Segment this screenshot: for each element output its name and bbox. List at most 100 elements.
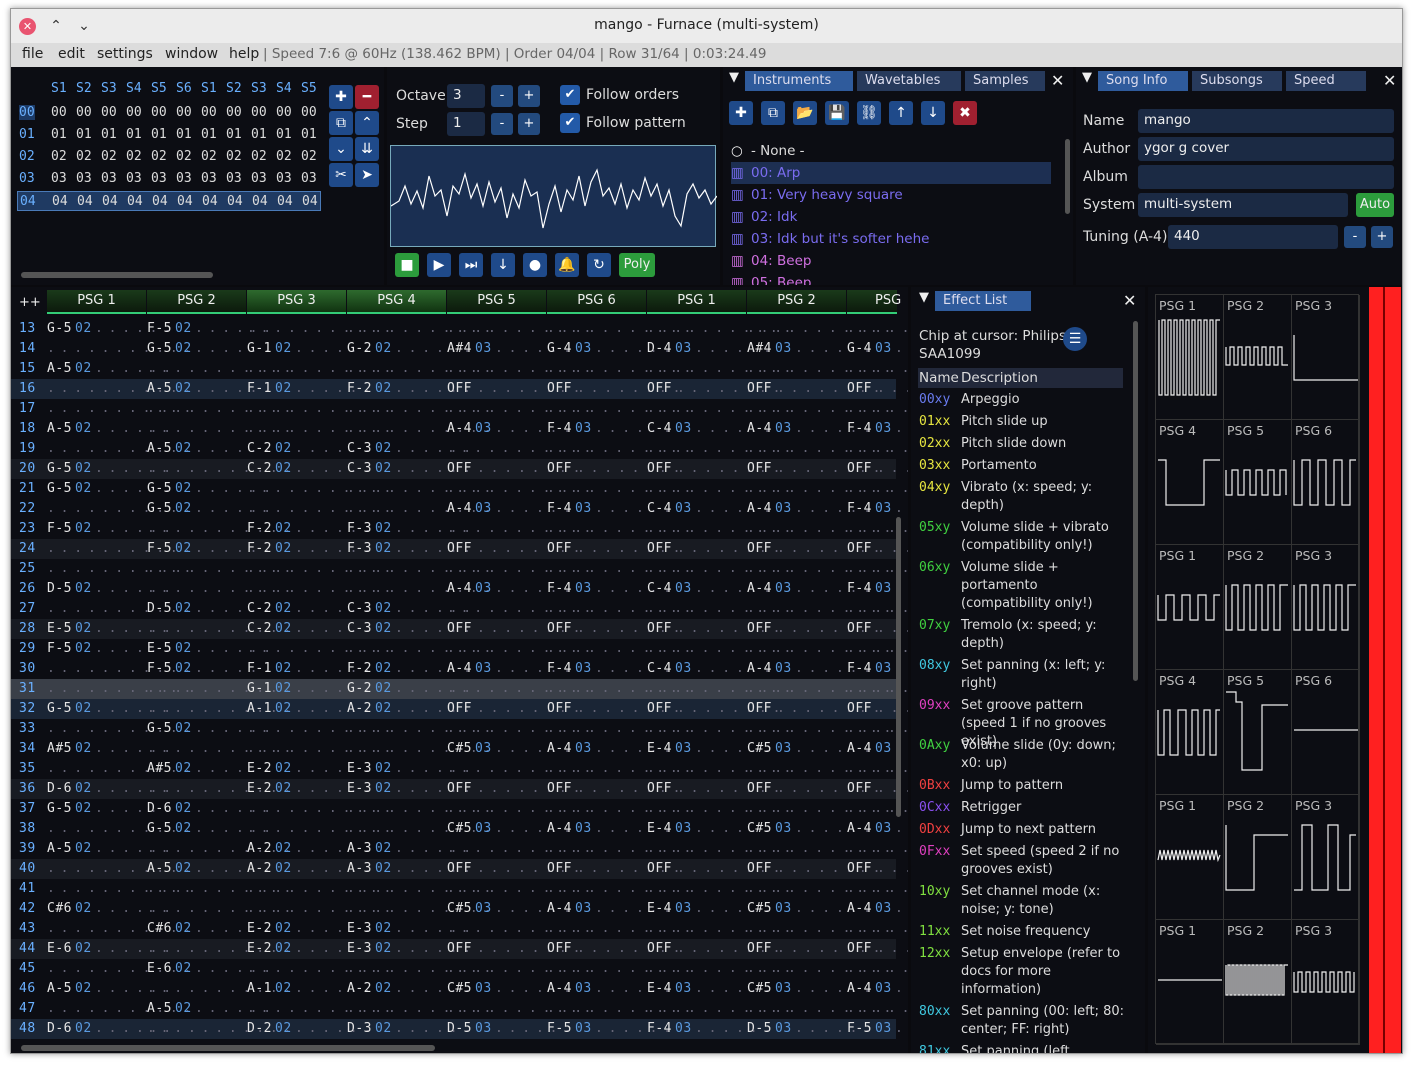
- instrument-cell[interactable]: 03: [475, 1021, 492, 1036]
- instrument-cell[interactable]: 02: [375, 461, 392, 476]
- note-cell[interactable]: A-2: [247, 841, 272, 856]
- note-cell[interactable]: A-4: [747, 661, 772, 676]
- note-cell[interactable]: OFF: [847, 941, 872, 956]
- note-cell[interactable]: C-3: [347, 601, 372, 616]
- instrument-cell[interactable]: 02: [75, 581, 92, 596]
- channel-header[interactable]: PSG 3: [247, 290, 346, 314]
- close-instruments-icon[interactable]: ✕: [1051, 71, 1064, 90]
- note-cell[interactable]: D-5: [447, 1021, 472, 1036]
- note-cell[interactable]: OFF: [747, 461, 772, 476]
- pattern-row[interactable]: 26 D-5 02. . . . . .. . . . . . . . . . ..…: [11, 579, 903, 599]
- order-cell[interactable]: 04: [277, 194, 293, 209]
- save-icon[interactable]: 💾: [825, 101, 849, 125]
- note-cell[interactable]: OFF: [447, 381, 472, 396]
- note-cell[interactable]: G-4: [547, 341, 572, 356]
- instrument-item[interactable]: ▥ 05: Beep: [731, 272, 1051, 285]
- channel-oscilloscope[interactable]: PSG 3: [1292, 920, 1360, 1045]
- close-song-info-icon[interactable]: ✕: [1383, 71, 1396, 90]
- note-cell[interactable]: A-5: [147, 861, 172, 876]
- instrument-cell[interactable]: 03: [775, 581, 792, 596]
- order-cell[interactable]: 04: [252, 194, 268, 209]
- note-cell[interactable]: A-5: [147, 381, 172, 396]
- pattern-row[interactable]: 29 F-5 02. . . . . . E-5 02. . . . . .. . . …: [11, 639, 908, 659]
- order-cell[interactable]: 00: [76, 105, 92, 120]
- orders-scrollbar[interactable]: [21, 272, 213, 278]
- pattern-row[interactable]: 13 G-5 02. . . . . . F-5 02. . . . . .. . . …: [11, 319, 908, 339]
- note-cell[interactable]: E-4: [647, 901, 672, 916]
- octave-plus-button[interactable]: +: [518, 85, 540, 107]
- note-cell[interactable]: F-5: [147, 541, 172, 556]
- note-cell[interactable]: OFF: [447, 461, 472, 476]
- pattern-row[interactable]: 45. . . . . . . . . . . E-6 02. . . . . ..…: [11, 959, 908, 979]
- instrument-cell[interactable]: 02: [75, 641, 92, 656]
- note-cell[interactable]: F-4: [547, 581, 572, 596]
- note-cell[interactable]: OFF: [547, 381, 572, 396]
- note-cell[interactable]: E-4: [647, 741, 672, 756]
- pattern-row[interactable]: 38. . . . . . . . . . . G-5 02. . . . . ..…: [11, 819, 903, 839]
- note-cell[interactable]: OFF: [847, 461, 872, 476]
- note-cell[interactable]: A-4: [447, 421, 472, 436]
- note-cell[interactable]: G-2: [347, 341, 372, 356]
- note-cell[interactable]: E-3: [347, 921, 372, 936]
- instrument-cell[interactable]: 02: [175, 821, 192, 836]
- note-cell[interactable]: C#5: [747, 821, 772, 836]
- instrument-cell[interactable]: 02: [275, 701, 292, 716]
- effect-item[interactable]: 0Cxx Retrigger: [919, 799, 1129, 821]
- channel-oscilloscope[interactable]: PSG 5: [1224, 420, 1292, 545]
- note-cell[interactable]: F-5: [547, 1021, 572, 1036]
- effect-item[interactable]: 0Fxx Set speed (speed 2 if no grooves exi…: [919, 843, 1129, 883]
- order-cell[interactable]: 03: [201, 171, 217, 186]
- pattern-row[interactable]: 30. . . . . . . . . . . F-5 02. . . . . .F…: [11, 659, 903, 679]
- pattern-scrollbar[interactable]: [21, 1045, 435, 1051]
- effect-item[interactable]: 00xy Arpeggio: [919, 391, 1129, 413]
- order-cell[interactable]: 03: [176, 171, 192, 186]
- note-cell[interactable]: G-4: [847, 341, 872, 356]
- pattern-row[interactable]: 33. . . . . . . . . . . G-5 02. . . . . ..…: [11, 719, 908, 739]
- instrument-cell[interactable]: 02: [375, 381, 392, 396]
- instrument-cell[interactable]: 02: [175, 1001, 192, 1016]
- note-cell[interactable]: F-2: [247, 541, 272, 556]
- channel-oscilloscope[interactable]: PSG 2: [1224, 545, 1292, 670]
- effect-item[interactable]: 0Dxx Jump to next pattern: [919, 821, 1129, 843]
- order-cell[interactable]: 01: [101, 127, 117, 142]
- pattern-row[interactable]: 47. . . . . . . . . . . A-5 02. . . . . ..…: [11, 999, 908, 1019]
- instrument-cell[interactable]: 03: [775, 501, 792, 516]
- note-cell[interactable]: OFF: [447, 621, 472, 636]
- instrument-cell[interactable]: 02: [75, 481, 92, 496]
- note-cell[interactable]: A-4: [547, 821, 572, 836]
- order-cell[interactable]: 00: [126, 105, 142, 120]
- effect-item[interactable]: 07xy Tremolo (x: speed; y: depth): [919, 617, 1129, 657]
- order-cell[interactable]: 02: [76, 149, 92, 164]
- note-cell[interactable]: C-4: [647, 661, 672, 676]
- instrument-cell[interactable]: 02: [175, 381, 192, 396]
- instrument-cell[interactable]: 02: [375, 601, 392, 616]
- order-cell[interactable]: 03: [51, 171, 67, 186]
- pattern-row[interactable]: 24. . . . . . . . . . . F-5 02. . . . . .F…: [11, 539, 908, 559]
- effect-item[interactable]: 09xx Set groove pattern (speed 1 if no gr…: [919, 697, 1129, 749]
- note-cell[interactable]: A-4: [847, 821, 872, 836]
- repeat-icon[interactable]: ↻: [587, 253, 611, 277]
- note-cell[interactable]: D-3: [347, 1021, 372, 1036]
- channel-oscilloscope[interactable]: PSG 1: [1156, 795, 1224, 920]
- instrument-cell[interactable]: 02: [375, 701, 392, 716]
- instrument-cell[interactable]: 03: [875, 661, 892, 676]
- instrument-cell[interactable]: 03: [875, 1021, 892, 1036]
- channel-header[interactable]: PSG 4: [347, 290, 446, 314]
- instrument-cell[interactable]: 02: [175, 481, 192, 496]
- note-cell[interactable]: OFF: [447, 781, 472, 796]
- pattern-row[interactable]: 23 F-5 02. . . . . .. . . . . . . . . . .F…: [11, 519, 908, 539]
- note-cell[interactable]: A-2: [247, 861, 272, 876]
- instrument-cell[interactable]: 03: [575, 581, 592, 596]
- instrument-cell[interactable]: 02: [275, 841, 292, 856]
- pattern-row[interactable]: 39 A-5 02. . . . . .. . . . . . . . . . .A…: [11, 839, 908, 859]
- instrument-cell[interactable]: 02: [275, 441, 292, 456]
- step-minus-button[interactable]: -: [491, 113, 513, 135]
- channel-oscilloscope[interactable]: PSG 3: [1292, 795, 1360, 920]
- note-cell[interactable]: F-1: [247, 381, 272, 396]
- effect-item[interactable]: 01xx Pitch slide up: [919, 413, 1129, 435]
- note-cell[interactable]: G-5: [47, 481, 72, 496]
- note-cell[interactable]: OFF: [747, 701, 772, 716]
- instrument-cell[interactable]: 03: [675, 341, 692, 356]
- instrument-cell[interactable]: 02: [275, 381, 292, 396]
- note-cell[interactable]: C-3: [347, 461, 372, 476]
